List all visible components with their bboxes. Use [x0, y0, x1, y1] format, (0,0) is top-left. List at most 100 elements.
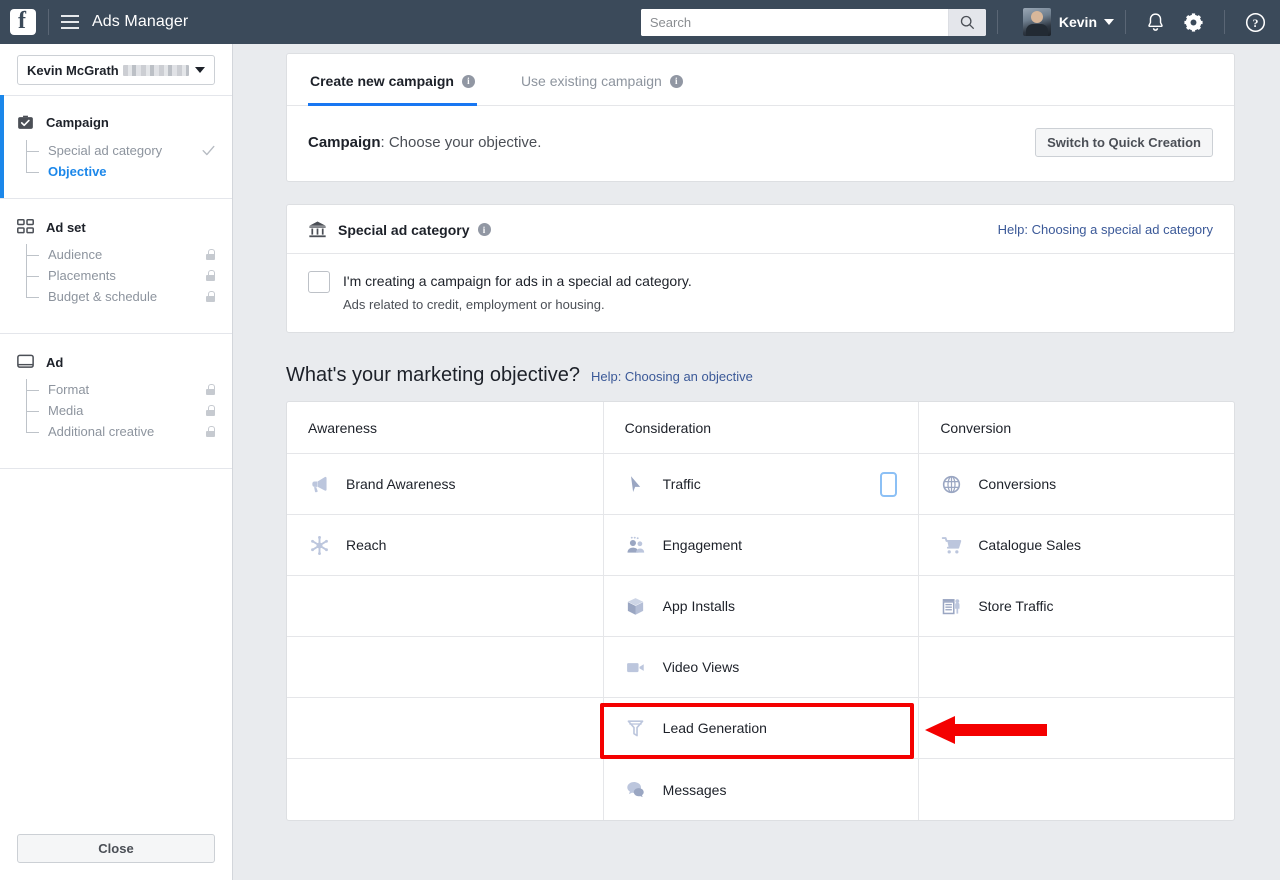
switch-to-quick-creation-button[interactable]: Switch to Quick Creation: [1035, 128, 1213, 157]
objective-app-installs[interactable]: App Installs: [604, 576, 919, 637]
empty-cell: [287, 637, 603, 698]
divider: [1125, 10, 1126, 34]
sidebar-child-label: Additional creative: [48, 424, 154, 439]
cursor-glyph: [625, 474, 646, 495]
avatar[interactable]: [1023, 8, 1051, 36]
objective-conversions[interactable]: Conversions: [919, 454, 1234, 515]
empty-cell: [287, 576, 603, 637]
main-content: Create new campaign i Use existing campa…: [233, 44, 1280, 880]
search-glyph: [960, 15, 975, 30]
sidebar-child-label: Audience: [48, 247, 102, 262]
help-link-choosing-objective[interactable]: Help: Choosing an objective: [591, 369, 753, 384]
empty-cell: [919, 637, 1234, 698]
sidebar-section-ad: Ad Format Media Additional creative: [0, 333, 232, 468]
sidebar-item-additional-creative[interactable]: Additional creative: [34, 421, 232, 442]
cube-box-icon: [625, 595, 647, 617]
objective-brand-awareness[interactable]: Brand Awareness: [287, 454, 603, 515]
campaign-label: Campaign: [308, 134, 381, 151]
objective-store-traffic[interactable]: Store Traffic: [919, 576, 1234, 637]
objective-label: Conversions: [978, 476, 1056, 492]
special-ad-category-title-group: Special ad category i: [308, 220, 491, 239]
sidebar-child-label: Placements: [48, 268, 116, 283]
sidebar-item-ad[interactable]: Ad: [0, 354, 232, 370]
sidebar-section-label: Ad set: [46, 220, 86, 235]
sidebar-child-label: Media: [48, 403, 83, 418]
menu-icon[interactable]: [61, 15, 79, 29]
mobile-device-indicator-icon: [880, 472, 897, 497]
lock-icon: [206, 291, 215, 302]
close-button[interactable]: Close: [17, 834, 215, 863]
sidebar-item-audience[interactable]: Audience: [34, 244, 232, 265]
special-ad-category-sub-label: Ads related to credit, employment or hou…: [343, 296, 692, 314]
sidebar-item-budget-schedule[interactable]: Budget & schedule: [34, 286, 232, 307]
help-icon[interactable]: ?: [1245, 12, 1266, 33]
divider: [1224, 10, 1225, 34]
tab-create-new-campaign[interactable]: Create new campaign i: [308, 55, 477, 106]
chevron-down-icon[interactable]: [1104, 19, 1114, 25]
bell-glyph: [1146, 12, 1165, 33]
storefront-icon: [940, 595, 962, 617]
sidebar-footer: Close: [0, 820, 232, 880]
chat-bubbles-icon: [625, 779, 647, 801]
tab-label: Use existing campaign: [521, 73, 662, 89]
objective-label: Video Views: [663, 659, 740, 675]
sidebar-children: Audience Placements Budget & schedule: [0, 244, 232, 307]
redacted-account-id: [123, 65, 189, 76]
objective-video-views[interactable]: Video Views: [604, 637, 919, 698]
globe-icon: [940, 473, 962, 495]
objective-column-conversion: Conversion Conversions: [918, 402, 1234, 820]
campaign-tabs: Create new campaign i Use existing campa…: [287, 54, 1234, 106]
lock-icon: [206, 270, 215, 281]
info-icon[interactable]: i: [670, 75, 683, 88]
ad-screen-icon: [17, 354, 34, 370]
sidebar-item-campaign[interactable]: Campaign: [0, 114, 232, 131]
search-input[interactable]: [641, 9, 948, 36]
objective-reach[interactable]: Reach: [287, 515, 603, 576]
search-box[interactable]: [641, 9, 986, 36]
special-ad-category-checkbox-label: I'm creating a campaign for ads in a spe…: [343, 271, 692, 291]
info-icon[interactable]: i: [462, 75, 475, 88]
sidebar-item-format[interactable]: Format: [34, 379, 232, 400]
objective-engagement[interactable]: Engagement: [604, 515, 919, 576]
funnel-glyph: [625, 718, 646, 739]
user-name[interactable]: Kevin: [1059, 14, 1097, 30]
chat-glyph: [625, 779, 646, 800]
tab-use-existing-campaign[interactable]: Use existing campaign i: [519, 55, 685, 106]
help-glyph: ?: [1245, 12, 1266, 33]
objective-label: Reach: [346, 537, 386, 553]
special-ad-category-title: Special ad category: [338, 222, 470, 238]
search-icon[interactable]: [948, 9, 986, 36]
video-glyph: [625, 657, 646, 678]
objective-traffic[interactable]: Traffic: [604, 454, 919, 515]
info-icon[interactable]: i: [478, 223, 491, 236]
chevron-down-icon[interactable]: [195, 67, 205, 73]
sidebar-item-ad-set[interactable]: Ad set: [0, 219, 232, 235]
objective-column-consideration: Consideration Traffic: [603, 402, 919, 820]
page-title: What's your marketing objective?: [286, 364, 580, 387]
special-ad-category-checkbox[interactable]: [308, 271, 330, 293]
facebook-logo-icon[interactable]: [10, 9, 36, 35]
help-link-special-ad-category[interactable]: Help: Choosing a special ad category: [998, 222, 1213, 237]
objective-messages[interactable]: Messages: [604, 759, 919, 820]
megaphone-glyph: [309, 474, 330, 495]
cursor-arrow-icon: [625, 473, 647, 495]
sidebar-item-media[interactable]: Media: [34, 400, 232, 421]
objective-column-awareness: Awareness Brand Awareness: [287, 402, 603, 820]
gear-icon[interactable]: [1183, 12, 1204, 33]
objective-label: Store Traffic: [978, 598, 1053, 614]
sidebar-item-placements[interactable]: Placements: [34, 265, 232, 286]
bell-icon[interactable]: [1146, 12, 1165, 33]
account-selector[interactable]: Kevin McGrath: [17, 55, 215, 85]
sidebar-child-label: Format: [48, 382, 89, 397]
sidebar-item-special-ad-category[interactable]: Special ad category: [34, 140, 232, 161]
column-header: Consideration: [604, 402, 919, 454]
video-camera-icon: [625, 656, 647, 678]
left-sidebar: Kevin McGrath Campaign Special ad catego…: [0, 44, 233, 880]
sidebar-item-objective[interactable]: Objective: [34, 161, 232, 182]
objective-lead-generation[interactable]: Lead Generation: [604, 698, 919, 759]
account-selector-wrapper: Kevin McGrath: [0, 44, 232, 95]
campaign-creation-card: Create new campaign i Use existing campa…: [286, 53, 1235, 182]
people-glyph: [625, 535, 646, 556]
objective-catalogue-sales[interactable]: Catalogue Sales: [919, 515, 1234, 576]
campaign-check-icon: [17, 114, 34, 131]
